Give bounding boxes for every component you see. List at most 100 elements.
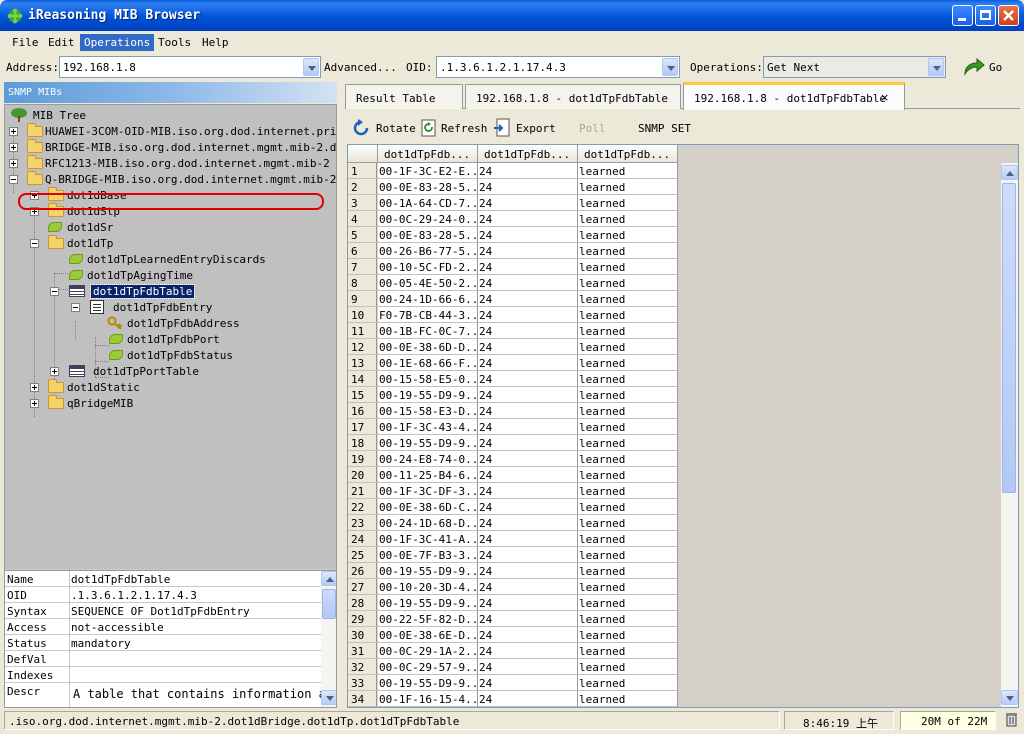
tree-node-rfc1213[interactable]: RFC1213-MIB.iso.org.dod.internet.mgmt.mi… (5, 155, 335, 171)
collapse-icon[interactable] (9, 175, 18, 184)
table-cell[interactable]: learned (578, 675, 678, 691)
table-row[interactable]: 15 00-19-55-D9-9... 24 learned (348, 387, 678, 403)
table-row[interactable]: 22 00-0E-38-6D-C... 24 learned (348, 499, 678, 515)
table-cell[interactable]: 00-11-25-B4-6... (378, 467, 478, 483)
tree-node-fdb-address[interactable]: dot1dTpFdbAddress (5, 315, 335, 331)
table-cell[interactable]: 24 (478, 387, 578, 403)
table-cell[interactable]: 24 (478, 595, 578, 611)
table-row[interactable]: 23 00-24-1D-68-D... 24 learned (348, 515, 678, 531)
table-cell[interactable]: learned (578, 579, 678, 595)
table-row[interactable]: 27 00-10-20-3D-4... 24 learned (348, 579, 678, 595)
table-cell[interactable]: 24 (478, 323, 578, 339)
table-cell[interactable]: 24 (478, 291, 578, 307)
table-row[interactable]: 34 00-1F-16-15-4... 24 learned (348, 691, 678, 707)
result-grid[interactable]: dot1dTpFdb... dot1dTpFdb... dot1dTpFdb..… (347, 144, 1019, 708)
table-cell[interactable]: 24 (478, 275, 578, 291)
table-cell[interactable]: learned (578, 403, 678, 419)
table-cell[interactable]: 24 (478, 691, 578, 707)
table-cell[interactable]: 00-19-55-D9-9... (378, 595, 478, 611)
tree-node-qbridgemib[interactable]: qBridgeMIB (5, 395, 335, 411)
table-cell[interactable]: learned (578, 227, 678, 243)
expand-icon[interactable] (9, 143, 18, 152)
table-cell[interactable]: 00-1B-FC-0C-7... (378, 323, 478, 339)
table-cell[interactable]: learned (578, 515, 678, 531)
table-cell[interactable]: 24 (478, 579, 578, 595)
snmp-set-button[interactable]: SNMP SET (638, 118, 698, 138)
table-cell[interactable]: 00-19-55-D9-9... (378, 387, 478, 403)
table-cell[interactable]: 00-0E-83-28-5... (378, 179, 478, 195)
table-cell[interactable]: 00-22-5F-82-D... (378, 611, 478, 627)
table-row[interactable]: 10 F0-7B-CB-44-3... 24 learned (348, 307, 678, 323)
grid-vertical-scrollbar[interactable] (1001, 163, 1018, 707)
scroll-down-icon[interactable] (321, 690, 336, 705)
collapse-icon[interactable] (71, 303, 80, 312)
table-cell[interactable]: 00-0E-38-6E-D... (378, 627, 478, 643)
table-cell[interactable]: 00-1F-3C-E2-E... (378, 163, 478, 179)
table-row[interactable]: 4 00-0C-29-24-0... 24 learned (348, 211, 678, 227)
table-cell[interactable]: 00-0E-38-6D-C... (378, 499, 478, 515)
table-cell[interactable]: 00-1A-64-CD-7... (378, 195, 478, 211)
tree-node-dot1dtp[interactable]: dot1dTp (5, 235, 335, 251)
table-cell[interactable]: 00-0E-83-28-5... (378, 227, 478, 243)
table-cell[interactable]: learned (578, 451, 678, 467)
table-cell[interactable]: learned (578, 259, 678, 275)
table-cell[interactable]: 24 (478, 483, 578, 499)
table-cell[interactable]: learned (578, 371, 678, 387)
menu-file[interactable]: File (8, 34, 43, 51)
properties-scrollbar[interactable] (321, 571, 336, 707)
table-cell[interactable]: 00-0E-7F-B3-3... (378, 547, 478, 563)
table-cell[interactable]: 00-19-55-D9-9... (378, 563, 478, 579)
tree-node-fdb-port[interactable]: dot1dTpFdbPort (5, 331, 335, 347)
expand-icon[interactable] (30, 383, 39, 392)
tab-result-table[interactable]: Result Table (345, 84, 463, 109)
table-cell[interactable]: F0-7B-CB-44-3... (378, 307, 478, 323)
table-cell[interactable]: learned (578, 323, 678, 339)
table-cell[interactable]: 24 (478, 355, 578, 371)
close-window-button[interactable] (998, 5, 1019, 26)
table-cell[interactable]: 24 (478, 211, 578, 227)
table-cell[interactable]: 00-19-55-D9-9... (378, 675, 478, 691)
table-cell[interactable]: 24 (478, 403, 578, 419)
table-row[interactable]: 7 00-10-5C-FD-2... 24 learned (348, 259, 678, 275)
table-cell[interactable]: learned (578, 355, 678, 371)
table-cell[interactable]: 24 (478, 371, 578, 387)
advanced-button[interactable]: Advanced... (324, 61, 397, 74)
table-cell[interactable]: learned (578, 691, 678, 707)
tree-node-fdb-status[interactable]: dot1dTpFdbStatus (5, 347, 335, 363)
table-cell[interactable]: 24 (478, 419, 578, 435)
table-cell[interactable]: 24 (478, 195, 578, 211)
table-row[interactable]: 11 00-1B-FC-0C-7... 24 learned (348, 323, 678, 339)
table-row[interactable]: 26 00-19-55-D9-9... 24 learned (348, 563, 678, 579)
table-row[interactable]: 31 00-0C-29-1A-2... 24 learned (348, 643, 678, 659)
table-cell[interactable]: 00-0E-38-6D-D... (378, 339, 478, 355)
table-cell[interactable]: learned (578, 307, 678, 323)
table-cell[interactable]: 00-15-58-E5-0... (378, 371, 478, 387)
table-cell[interactable]: 00-19-55-D9-9... (378, 435, 478, 451)
table-cell[interactable]: 24 (478, 547, 578, 563)
table-cell[interactable]: learned (578, 291, 678, 307)
table-cell[interactable]: 00-0C-29-57-9... (378, 659, 478, 675)
rotate-button[interactable]: Rotate (351, 118, 417, 138)
tab-fdb-table-2[interactable]: 192.168.1.8 - dot1dTpFdbTable × (683, 82, 905, 110)
expand-icon[interactable] (9, 159, 18, 168)
tree-node-bridge-mib[interactable]: BRIDGE-MIB.iso.org.dod.internet.mgmt.mib… (5, 139, 336, 155)
table-cell[interactable]: 00-24-1D-66-6... (378, 291, 478, 307)
table-cell[interactable]: 00-1F-3C-DF-3... (378, 483, 478, 499)
scroll-thumb[interactable] (1002, 183, 1016, 493)
close-tab-icon[interactable]: × (880, 91, 889, 104)
table-cell[interactable]: 00-1F-3C-43-4... (378, 419, 478, 435)
tree-node-dot1dstatic[interactable]: dot1dStatic (5, 379, 335, 395)
tree-node-port-table[interactable]: dot1dTpPortTable (5, 363, 335, 379)
table-cell[interactable]: 24 (478, 259, 578, 275)
table-cell[interactable]: learned (578, 531, 678, 547)
refresh-button[interactable]: Refresh (421, 118, 489, 138)
table-cell[interactable]: learned (578, 275, 678, 291)
table-cell[interactable]: learned (578, 211, 678, 227)
table-cell[interactable]: 00-0C-29-1A-2... (378, 643, 478, 659)
table-row[interactable]: 3 00-1A-64-CD-7... 24 learned (348, 195, 678, 211)
tree-node-dot1dsr[interactable]: dot1dSr (5, 219, 335, 235)
table-cell[interactable]: 00-05-4E-50-2... (378, 275, 478, 291)
table-row[interactable]: 8 00-05-4E-50-2... 24 learned (348, 275, 678, 291)
scroll-thumb[interactable] (322, 589, 336, 619)
table-cell[interactable]: 24 (478, 467, 578, 483)
